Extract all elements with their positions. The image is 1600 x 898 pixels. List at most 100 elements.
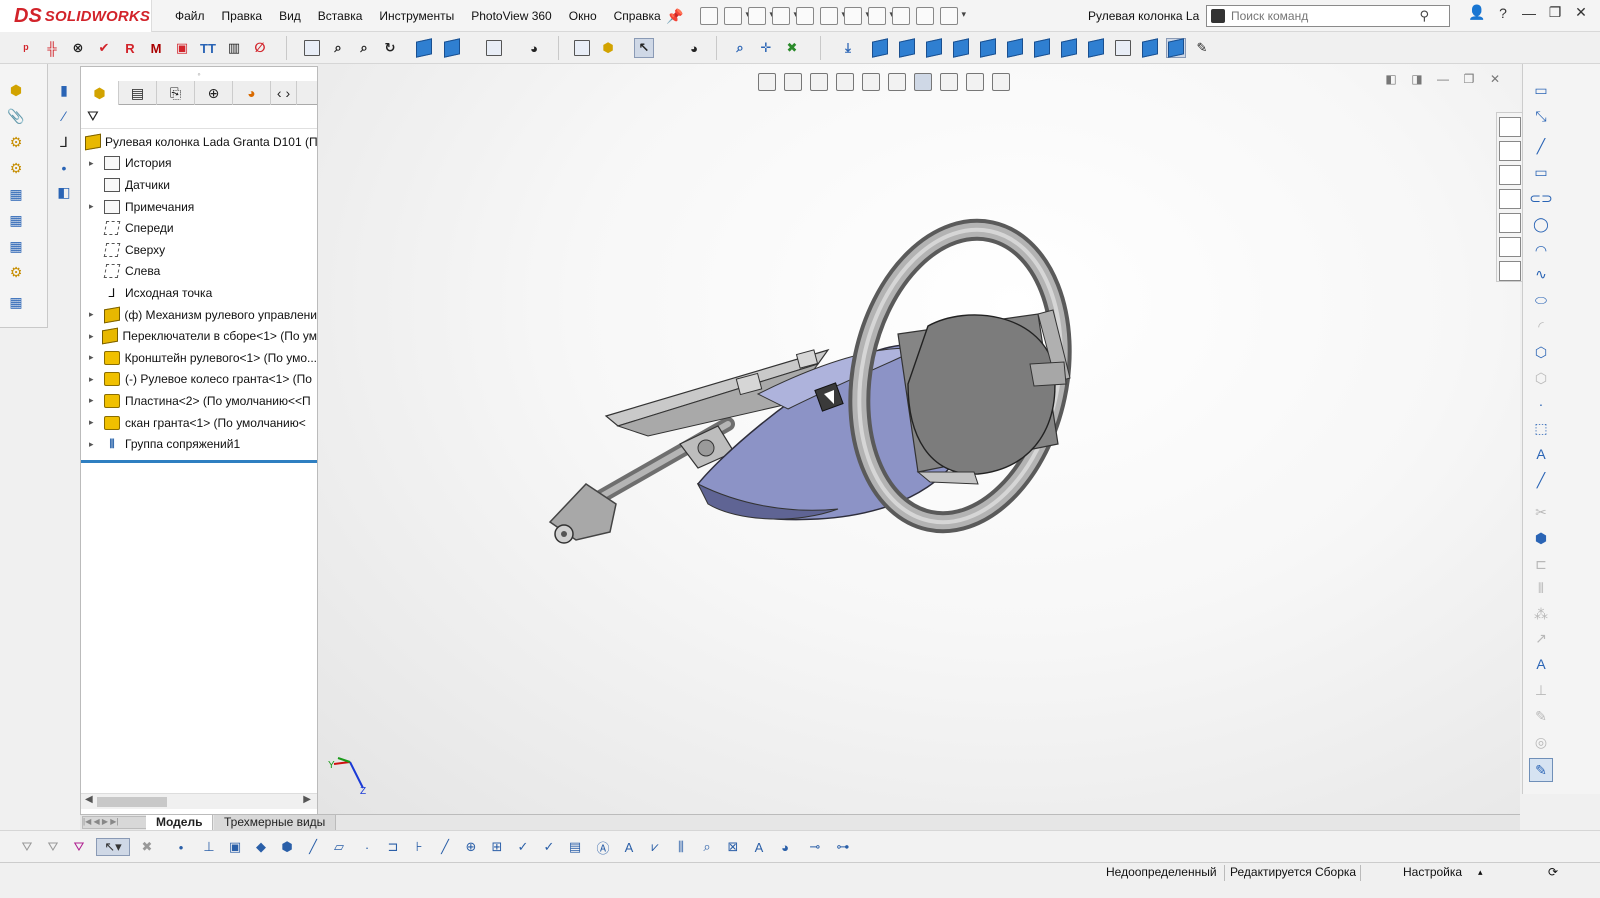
expand-arrow-icon[interactable]: ▸ [89,331,98,342]
print-preview-icon[interactable] [796,7,814,25]
assembly-tool-icon[interactable]: ⬢ [6,80,26,100]
zoom-fit-icon[interactable] [302,38,322,58]
pin-menu-icon[interactable]: 📌 [666,8,683,25]
zoom-selection-icon[interactable]: ⌕ [730,38,750,58]
tree-item-front-plane[interactable]: Спереди [81,217,317,239]
filter-planes-icon[interactable]: ▱ [330,838,348,856]
tabs-scroll-icon[interactable]: ‹ › [271,81,297,105]
grid-icon[interactable]: ╬ [42,38,62,58]
filter-routing-points-icon[interactable]: ◕ [776,838,794,856]
axis-tool-icon[interactable]: ⁄ [54,106,74,126]
smart-dimension-icon[interactable]: ⤡ [1531,106,1551,126]
new-document-icon[interactable] [724,7,750,25]
settings-chevron-icon[interactable]: ▴ [1478,867,1483,878]
check-interference-icon[interactable]: ✖ [782,38,802,58]
trim-icon[interactable]: ✂ [1531,502,1551,522]
insert-components-icon[interactable]: ⬢ [598,38,618,58]
circle-icon[interactable]: ◯ [1531,214,1551,234]
move-entities-icon[interactable]: ↗ [1531,628,1551,648]
tree-root-assembly[interactable]: Рулевая колонка Lada Granta D101 (По [81,131,317,153]
filter-geometric-tolerance-icon[interactable]: ✓ [540,838,558,856]
filter-weld-symbols-icon[interactable]: ⩗ [646,838,664,856]
menu-view[interactable]: Вид [279,9,301,23]
view-back-icon[interactable] [897,38,917,58]
text-icon[interactable]: A [1531,444,1551,464]
tree-item-bracket[interactable]: ▸ Кронштейн рулевого<1> (По умо... [81,347,317,369]
propertymanager-tab-icon[interactable]: ▤ [119,81,157,105]
minimize-icon[interactable]: — [1518,5,1540,21]
appearances-scenes-icon[interactable] [1499,213,1521,233]
menu-photoview[interactable]: PhotoView 360 [471,9,552,23]
menu-edit[interactable]: Правка [222,9,263,23]
instant3d-icon[interactable]: ▦ [6,292,26,312]
file-properties-icon[interactable] [916,7,934,25]
menu-help[interactable]: Справка [614,9,661,23]
rotate-view-icon[interactable]: ↻ [380,38,400,58]
filter-notes-icon[interactable]: ▤ [566,838,584,856]
filter-welds-icon[interactable]: ⊶ [834,838,852,856]
search-icon[interactable]: ⚲ [1419,8,1429,24]
restore-icon[interactable]: ❐ [1544,4,1566,21]
tab-3d-views[interactable]: Трехмерные виды [214,815,337,831]
appearance-icon[interactable]: ◕ [524,38,544,58]
solidworks-logo[interactable]: DS SOLIDWORKS [0,0,152,32]
filter-datum-targets-icon[interactable]: A [620,838,638,856]
zoom-area-icon[interactable]: ⌕ [328,38,348,58]
filter-surface-finish-icon[interactable]: ✓ [514,838,532,856]
view-left-icon[interactable] [924,38,944,58]
menu-insert[interactable]: Вставка [318,9,363,23]
filter-centerline-icon[interactable]: ⊕ [462,838,480,856]
select-arrow-icon[interactable]: ↖▾ [96,838,130,856]
appearances-icon[interactable]: ◕ [684,38,704,58]
forum-icon[interactable] [1499,261,1521,281]
tree-item-switches[interactable]: ▸ Переключатели в сборе<1> (По ум [81,325,317,347]
chamfer-icon[interactable]: ⬡ [1531,368,1551,388]
draft-quality-icon[interactable]: ✎ [1192,38,1212,58]
smart-fasteners-icon[interactable]: ▦ [6,210,26,230]
tree-item-steering-wheel[interactable]: ▸ (-) Рулевое колесо гранта<1> (По [81,369,317,391]
open-document-icon[interactable] [748,7,774,25]
mirror-icon[interactable]: ⫴ [1531,578,1551,598]
check-icon[interactable]: ✔ [94,38,114,58]
view-top-icon[interactable] [978,38,998,58]
filter-clear-icon[interactable]: ⛛ [44,838,62,856]
wireframe-icon[interactable] [1113,38,1133,58]
menu-tools[interactable]: Инструменты [379,9,454,23]
configurationmanager-tab-icon[interactable]: ⎘ [157,81,195,105]
view-palette-icon[interactable] [1499,189,1521,209]
tree-filter[interactable]: ⛛ [81,105,317,129]
tree-item-left-plane[interactable]: Слева [81,261,317,283]
command-search[interactable]: ⚲ [1206,5,1450,27]
mate-icon[interactable]: ⚙ [6,132,26,152]
tree-item-plate[interactable]: ▸ Пластина<2> (По умолчанию<<П [81,390,317,412]
tab-model[interactable]: Модель [146,815,214,831]
tree-item-history[interactable]: ▸ История [81,153,317,175]
filter-center-marks-icon[interactable]: ╱ [436,838,454,856]
expand-arrow-icon[interactable]: ▸ [89,352,99,363]
ellipse-icon[interactable]: ⬭ [1531,290,1551,310]
save-icon[interactable] [772,7,798,25]
explode-view-icon[interactable]: ▦ [6,236,26,256]
filter-icon[interactable]: ⛛ [87,108,99,125]
view-right-icon[interactable] [951,38,971,58]
filter-datum-features-icon[interactable]: Ⓐ [594,838,612,856]
tree-item-sensors[interactable]: Датчики [81,174,317,196]
move-component-icon[interactable]: ⚙ [6,158,26,178]
search-zoom-icon[interactable] [700,7,718,25]
horizontal-scrollbar[interactable]: ◀ ▶ [81,793,317,809]
menu-window[interactable]: Окно [569,9,597,23]
convert-entities-icon[interactable]: ⬢ [1531,528,1551,548]
normal-to-icon[interactable]: ⤓ [838,38,858,58]
quick-snaps-icon[interactable]: ◎ [1531,732,1551,752]
sketch-icon[interactable]: ▭ [1531,80,1551,100]
tree-item-annotations[interactable]: ▸ Примечания [81,196,317,218]
filter-toggle-icon[interactable]: ⛛ [18,838,36,856]
user-icon[interactable]: 👤 [1466,4,1488,21]
filter-dimensions-icon[interactable]: ⊞ [488,838,506,856]
steering-column-model[interactable]: Y Z [318,64,1520,814]
expand-arrow-icon[interactable]: ▸ [89,374,99,385]
traffic-light-icon[interactable] [892,7,910,25]
scroll-thumb[interactable] [97,797,167,807]
rectangle-icon[interactable]: ▭ [1531,162,1551,182]
scroll-right-icon[interactable]: ▶ [303,794,311,805]
